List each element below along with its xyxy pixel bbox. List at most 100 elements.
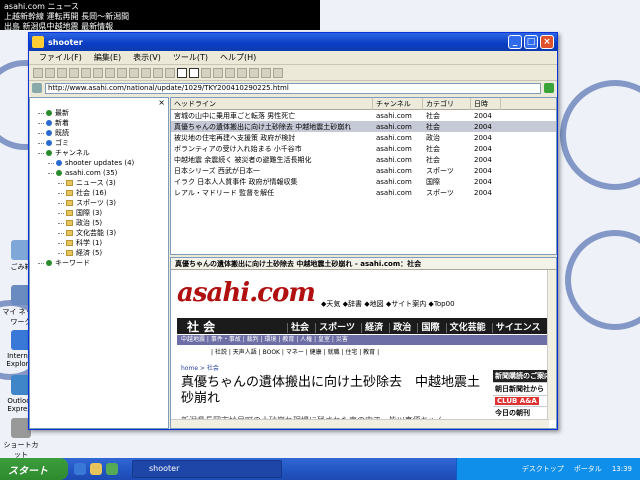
nav-society[interactable]: 社会 <box>287 322 313 333</box>
nav-culture[interactable]: 文化芸能 <box>445 322 489 333</box>
tree-item[interactable]: 既読 <box>30 128 168 138</box>
cut-icon[interactable] <box>81 67 91 78</box>
headline-channel: asahi.com <box>376 188 412 197</box>
sub-nav[interactable]: 中越地震 | 事件・事故 | 裁判 | 環境 | 教育 | 人権 | 皇室 | … <box>177 335 547 345</box>
nav-sports[interactable]: スポーツ <box>315 322 358 333</box>
tree-item[interactable]: チャンネル <box>30 148 168 158</box>
column-date[interactable]: 日時 <box>471 97 501 110</box>
headline-row[interactable]: 宮城の山中に乗用車ごと転落 男性死亡 asahi.com 社会 2004 <box>171 110 556 121</box>
forward-icon[interactable] <box>45 67 55 78</box>
menu-tools[interactable]: ツール(T) <box>167 52 214 63</box>
ticker-line: 上越新幹線 運転再開 長岡〜新潟間 <box>4 12 130 21</box>
refresh-icon[interactable] <box>117 67 127 78</box>
browser-vertical-scrollbar[interactable] <box>547 270 556 420</box>
menu-view[interactable]: 表示(V) <box>127 52 167 63</box>
clock: 13:39 <box>611 465 632 473</box>
tree-item[interactable]: 経済 (5) <box>30 248 168 258</box>
tree-item[interactable]: 国際 (3) <box>30 208 168 218</box>
search-icon[interactable] <box>261 67 271 78</box>
explorer-launch-icon[interactable] <box>90 463 102 475</box>
tree-item[interactable]: ニュース (3) <box>30 178 168 188</box>
maximize-button[interactable]: □ <box>524 35 538 49</box>
back-icon[interactable] <box>33 67 43 78</box>
title-bar[interactable]: shooter _ □ × <box>29 33 557 51</box>
nav-economy[interactable]: 経済 <box>361 322 387 333</box>
media-launch-icon[interactable] <box>106 463 118 475</box>
tree-item[interactable]: 社会 (16) <box>30 188 168 198</box>
headline-channel: asahi.com <box>376 133 412 142</box>
headline-row[interactable]: 中越地震 余震続く 被災者の避難生活長期化 asahi.com 社会 2004 <box>171 154 556 165</box>
tree-item[interactable]: ゴミ <box>30 138 168 148</box>
wallpaper-swirl <box>560 80 640 190</box>
sub-links[interactable]: | 社説 | 天声人語 | BOOK | マネー | 健康 | 就職 | 住宅 … <box>211 347 379 356</box>
column-channel[interactable]: チャンネル <box>373 97 423 110</box>
nav-international[interactable]: 国際 <box>417 322 443 333</box>
breadcrumb[interactable]: home > 社会 <box>181 363 219 372</box>
tree-item[interactable]: スポーツ (3) <box>30 198 168 208</box>
headline-category: スポーツ <box>426 188 454 197</box>
browser-horizontal-scrollbar[interactable] <box>171 419 549 428</box>
tree-line <box>58 232 64 234</box>
headline-date: 2004 <box>474 144 492 153</box>
tray-portal[interactable]: ポータル <box>574 464 602 474</box>
tree-item-label: shooter updates (4) <box>65 159 135 167</box>
tree-close-button[interactable]: × <box>30 98 168 108</box>
tree-item[interactable]: キーワード <box>30 258 168 268</box>
layout-1-icon[interactable] <box>177 67 187 78</box>
article-headline: 真優ちゃんの遺体搬出に向け土砂除去 中越地震土砂崩れ <box>181 375 481 406</box>
ie-launch-icon[interactable] <box>74 463 86 475</box>
tree-item[interactable]: 政治 (5) <box>30 218 168 228</box>
nav-science[interactable]: サイエンス <box>491 322 544 333</box>
taskbar-item-shooter[interactable]: shooter <box>132 460 282 478</box>
headline-title: 真優ちゃんの遺体搬出に向け土砂除去 中越地震土砂崩れ <box>174 122 352 131</box>
copy-icon[interactable] <box>93 67 103 78</box>
headline-row[interactable]: 真優ちゃんの遺体搬出に向け土砂除去 中越地震土砂崩れ asahi.com 社会 200… <box>171 121 556 132</box>
headline-row[interactable]: 日本シリーズ 西武が日本一 asahi.com スポーツ 2004 <box>171 165 556 176</box>
top-nav[interactable]: ◆天気 ◆辞書 ◆地図 ◆サイト案内 ◆Top00 <box>321 299 455 309</box>
column-headline[interactable]: ヘッドライン <box>171 97 373 110</box>
nav-politics[interactable]: 政治 <box>389 322 415 333</box>
go-icon[interactable] <box>544 83 554 93</box>
headline-row[interactable]: イラク 日本人人質事件 政府が情報収集 asahi.com 国際 2004 <box>171 176 556 187</box>
headline-row[interactable]: 被災地の住宅再建へ支援策 政府が検討 asahi.com 政治 2004 <box>171 132 556 143</box>
mark-all-icon[interactable] <box>141 67 151 78</box>
settings-icon[interactable] <box>237 67 247 78</box>
address-input[interactable] <box>45 82 541 94</box>
delete-icon[interactable] <box>69 67 79 78</box>
tree-item[interactable]: 新着 <box>30 118 168 128</box>
layout-5-icon[interactable] <box>225 67 235 78</box>
tree-item[interactable]: shooter updates (4) <box>30 158 168 168</box>
close-button[interactable]: × <box>540 35 554 49</box>
tree-line <box>58 192 64 194</box>
trash-icon[interactable] <box>153 67 163 78</box>
layout-3-icon[interactable] <box>201 67 211 78</box>
folder-icon <box>66 230 73 236</box>
menu-edit[interactable]: 編集(E) <box>88 52 127 63</box>
headline-row[interactable]: ボランティアの受け入れ始まる 小千谷市 asahi.com 社会 2004 <box>171 143 556 154</box>
new-icon[interactable] <box>57 67 67 78</box>
tree-item[interactable]: 文化芸能 (3) <box>30 228 168 238</box>
menu-help[interactable]: ヘルプ(H) <box>214 52 262 63</box>
asahi-logo[interactable]: asahi.com <box>177 278 316 308</box>
tree-item[interactable]: 科学 (1) <box>30 238 168 248</box>
section-title: 社 会 <box>187 319 216 334</box>
folder-icon <box>66 190 73 196</box>
mark-read-icon[interactable] <box>129 67 139 78</box>
headline-row[interactable]: レアル・マドリード 監督を解任 asahi.com スポーツ 2004 <box>171 187 556 198</box>
flag-icon[interactable] <box>165 67 175 78</box>
menu-file[interactable]: ファイル(F) <box>33 52 88 63</box>
start-button[interactable]: スタート <box>0 458 68 480</box>
filter-icon[interactable] <box>249 67 259 78</box>
layout-4-icon[interactable] <box>213 67 223 78</box>
layout-2-icon[interactable] <box>189 67 199 78</box>
minimize-button[interactable]: _ <box>508 35 522 49</box>
tree-item[interactable]: 最新 <box>30 108 168 118</box>
paste-icon[interactable] <box>105 67 115 78</box>
folder-icon <box>66 210 73 216</box>
tree-item-label: キーワード <box>55 259 90 267</box>
help-icon[interactable] <box>273 67 283 78</box>
tree-item[interactable]: asahi.com (35) <box>30 168 168 178</box>
column-category[interactable]: カテゴリ <box>423 97 471 110</box>
side-ad[interactable]: 新聞購読のご案内 朝日新聞社から CLUB A&A 今日の朝刊 <box>493 370 553 420</box>
tray-desktop[interactable]: デスクトップ <box>522 464 564 474</box>
